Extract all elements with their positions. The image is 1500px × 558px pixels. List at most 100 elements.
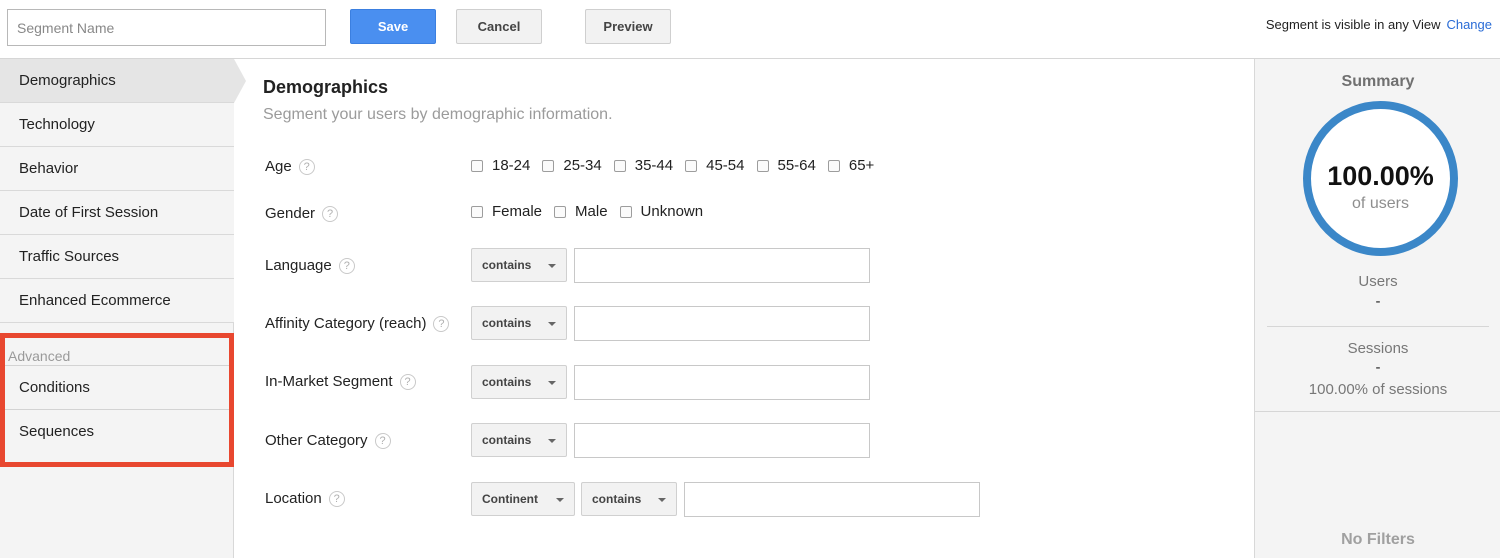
language-label-text: Language — [265, 257, 332, 274]
checkbox-icon[interactable] — [554, 205, 567, 218]
checkbox-label: 65+ — [848, 157, 875, 174]
in-market-segment-label-text: In-Market Segment — [265, 373, 393, 390]
other-category-label: Other Category ? — [265, 432, 391, 449]
gender-checkbox-male[interactable]: Male — [554, 203, 608, 220]
demographics-panel: Demographics Segment your users by demog… — [235, 59, 1253, 558]
change-visibility-link[interactable]: Change — [1446, 17, 1492, 32]
checkbox-label: 25-34 — [563, 157, 602, 174]
summary-panel: Summary 100.00% of users Users - Session… — [1254, 59, 1500, 558]
segment-toolbar: Save Cancel Preview Segment is visible i… — [0, 0, 1500, 59]
summary-divider — [1255, 411, 1500, 412]
sidebar-item-sequences[interactable]: Sequences — [5, 409, 229, 453]
active-item-pointer — [234, 59, 246, 103]
summary-divider — [1267, 326, 1489, 327]
affinity-value-input[interactable] — [574, 306, 870, 341]
sidebar-item-enhanced-ecommerce[interactable]: Enhanced Ecommerce — [0, 279, 234, 323]
checkbox-label: 45-54 — [706, 157, 745, 174]
checkbox-icon[interactable] — [471, 205, 483, 218]
checkbox-icon[interactable] — [685, 159, 698, 172]
affinity-category-label-text: Affinity Category (reach) — [265, 315, 427, 332]
help-icon[interactable]: ? — [399, 373, 416, 390]
help-icon[interactable]: ? — [338, 257, 355, 274]
dropdown-value: Continent — [482, 492, 538, 506]
dropdown-value: contains — [482, 258, 532, 272]
sessions-percentage: 100.00% of sessions — [1308, 381, 1448, 398]
chevron-down-icon — [548, 381, 556, 385]
affinity-category-label: Affinity Category (reach) ? — [265, 315, 450, 332]
age-label-text: Age — [265, 158, 292, 175]
age-checkbox-25-34[interactable]: 25-34 — [542, 157, 602, 174]
checkbox-label: Male — [575, 203, 608, 220]
gender-label: Gender ? — [265, 205, 339, 222]
users-percentage-label: of users — [1352, 195, 1409, 212]
sidebar-item-conditions[interactable]: Conditions — [5, 365, 229, 409]
other-category-label-text: Other Category — [265, 432, 368, 449]
age-label: Age ? — [265, 158, 315, 175]
age-checkbox-55-64[interactable]: 55-64 — [756, 157, 816, 174]
language-value-input[interactable] — [574, 248, 870, 283]
page-title: Demographics — [263, 77, 389, 97]
sidebar-item-traffic-sources[interactable]: Traffic Sources — [0, 235, 234, 279]
dropdown-value: contains — [592, 492, 642, 506]
checkbox-icon[interactable] — [471, 159, 483, 172]
affinity-operator-dropdown[interactable]: contains — [471, 306, 567, 340]
sidebar-item-demographics[interactable]: Demographics — [0, 59, 234, 103]
location-operator-dropdown[interactable]: contains — [581, 482, 677, 516]
sessions-value: - — [1375, 359, 1381, 376]
segment-name-input[interactable] — [7, 9, 326, 46]
location-scope-dropdown[interactable]: Continent — [471, 482, 575, 516]
chevron-down-icon — [548, 439, 556, 443]
users-percentage-ring: 100.00% of users — [1303, 101, 1458, 256]
age-checkbox-35-44[interactable]: 35-44 — [613, 157, 674, 174]
summary-title: Summary — [1341, 73, 1415, 90]
sidebar-item-date-of-first-session[interactable]: Date of First Session — [0, 191, 234, 235]
visibility-notice: Segment is visible in any View Change — [1266, 17, 1492, 32]
checkbox-label: 18-24 — [492, 157, 531, 174]
chevron-down-icon — [548, 322, 556, 326]
checkbox-icon[interactable] — [619, 205, 632, 218]
language-operator-dropdown[interactable]: contains — [471, 248, 567, 282]
help-icon[interactable]: ? — [433, 315, 450, 332]
gender-label-text: Gender — [265, 205, 316, 222]
users-label: Users — [1358, 273, 1398, 290]
location-label-text: Location — [265, 490, 322, 507]
users-percentage-value: 100.00% — [1327, 161, 1434, 191]
advanced-section-label: Advanced — [8, 348, 71, 364]
checkbox-label: Unknown — [640, 203, 704, 220]
sidebar-item-technology[interactable]: Technology — [0, 103, 234, 147]
other-category-operator-dropdown[interactable]: contains — [471, 423, 567, 457]
help-icon[interactable]: ? — [322, 205, 339, 222]
age-checkbox-45-54[interactable]: 45-54 — [685, 157, 745, 174]
cancel-button[interactable]: Cancel — [456, 9, 542, 44]
help-icon[interactable]: ? — [298, 158, 315, 175]
visibility-text: Segment is visible in any View — [1265, 17, 1441, 32]
sidebar-item-behavior[interactable]: Behavior — [0, 147, 234, 191]
checkbox-icon[interactable] — [613, 159, 626, 172]
help-icon[interactable]: ? — [328, 490, 345, 507]
checkbox-icon[interactable] — [756, 159, 769, 172]
gender-checkbox-unknown[interactable]: Unknown — [619, 203, 704, 220]
users-value: - — [1375, 293, 1381, 310]
chevron-down-icon — [658, 498, 666, 502]
checkbox-label: Female — [492, 203, 543, 220]
in-market-segment-label: In-Market Segment ? — [265, 373, 416, 390]
other-category-value-input[interactable] — [574, 423, 870, 458]
sessions-label: Sessions — [1347, 340, 1409, 357]
age-checkbox-18-24[interactable]: 18-24 — [471, 157, 530, 174]
checkbox-icon[interactable] — [827, 159, 840, 172]
preview-button[interactable]: Preview — [585, 9, 671, 44]
segment-category-sidebar: Demographics Technology Behavior Date of… — [0, 59, 234, 558]
help-icon[interactable]: ? — [374, 432, 391, 449]
language-label: Language ? — [265, 257, 355, 274]
save-button[interactable]: Save — [350, 9, 436, 44]
in-market-value-input[interactable] — [574, 365, 870, 400]
location-value-input[interactable] — [684, 482, 980, 517]
gender-checkbox-group: Female Male Unknown — [471, 203, 715, 220]
checkbox-label: 35-44 — [634, 157, 674, 174]
checkbox-icon[interactable] — [542, 159, 555, 172]
gender-checkbox-female[interactable]: Female — [471, 203, 542, 220]
dropdown-value: contains — [482, 375, 532, 389]
page-subtitle: Segment your users by demographic inform… — [263, 106, 613, 123]
in-market-operator-dropdown[interactable]: contains — [471, 365, 567, 399]
age-checkbox-65-plus[interactable]: 65+ — [827, 157, 875, 174]
